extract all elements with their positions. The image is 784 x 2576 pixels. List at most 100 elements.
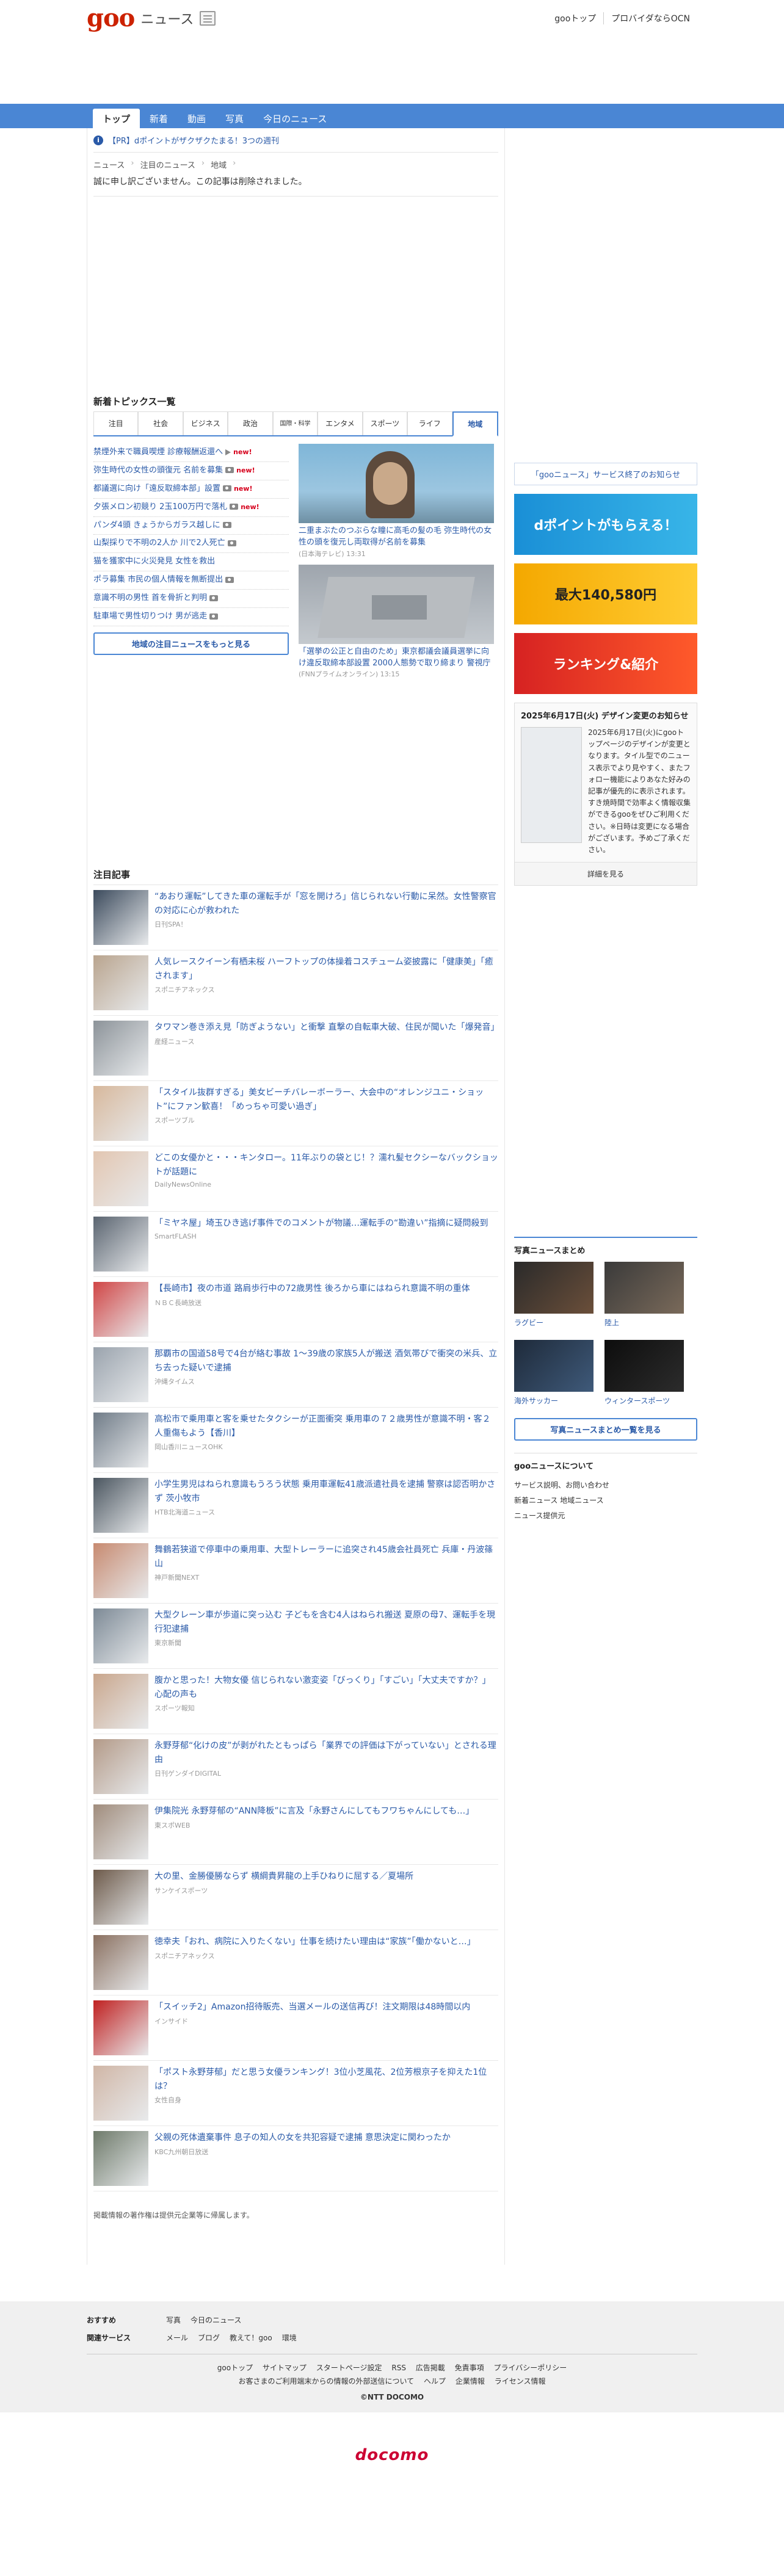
footer-link[interactable]: 環境 bbox=[282, 2332, 297, 2343]
region-more-button[interactable]: 地域の注目ニュースをもっと見る bbox=[93, 632, 289, 655]
featured-title[interactable]: 舞鶴若狭道で停車中の乗用車、大型トレーラーに追突され45歳会社員死亡 兵庫・丹波… bbox=[154, 1543, 498, 1571]
goo-top-link[interactable]: gooトップ bbox=[547, 12, 603, 24]
topic-photo-item[interactable]: 「選挙の公正と自由のため」東京都議会議員選挙に向け違反取締本部設置 2000人態… bbox=[299, 564, 494, 679]
photo-thumb[interactable] bbox=[514, 1340, 593, 1392]
footer-link[interactable]: ブログ bbox=[198, 2332, 220, 2343]
featured-title[interactable]: 「スイッチ2」Amazon招待販売、当選メールの送信再び！注文期限は48時間以内 bbox=[154, 2000, 498, 2014]
featured-title[interactable]: 小学生男児はねられ意識もうろう状態 乗用車運転41歳派遣社員を逮捕 警察は認否明… bbox=[154, 1478, 498, 1505]
featured-title[interactable]: 徳幸夫「おれ、病院に入りたくない」仕事を続けたい理由は“家族”「働かないと…」 bbox=[154, 1935, 498, 1948]
dpoint-banner[interactable]: dポイントがもらえる！ bbox=[514, 494, 697, 555]
featured-thumb[interactable] bbox=[93, 2131, 148, 2187]
topic-tab-featured[interactable]: 注目 bbox=[93, 411, 139, 435]
topic-photo-caption[interactable]: 二重まぶたのつぶらな瞳に高毛の髪の毛 弥生時代の女性の頭を復元し両取得が名前を募… bbox=[299, 523, 494, 549]
footer-link[interactable]: gooトップ bbox=[217, 2364, 253, 2372]
photo-news-more-button[interactable]: 写真ニュースまとめ一覧を見る bbox=[514, 1418, 697, 1441]
topic-item[interactable]: 禁煙外来で職員喫煙 診療報酬返還へ new! bbox=[93, 444, 289, 462]
topic-item-text[interactable]: 猫を獲家中に火災発見 女性を救出 bbox=[93, 557, 215, 566]
photo-label[interactable]: ウィンタースポーツ bbox=[604, 1392, 684, 1409]
featured-thumb[interactable] bbox=[93, 1282, 148, 1337]
topic-item[interactable]: 夕張メロン初競り 2玉100万円で落札 new! bbox=[93, 499, 289, 517]
footer-link[interactable]: サイトマップ bbox=[263, 2364, 307, 2372]
featured-thumb[interactable] bbox=[93, 1217, 148, 1272]
featured-title[interactable]: 那覇市の国道58号で4台が絡む事故 1～39歳の家族5人が搬送 酒気帯びで衝突の… bbox=[154, 1347, 498, 1375]
featured-title[interactable]: 「ポスト永野芽郁」だと思う女優ランキング！3位小芝風花、2位芳根京子を抑えた1位… bbox=[154, 2066, 498, 2093]
footer-link[interactable]: スタートページ設定 bbox=[316, 2364, 382, 2372]
photo-cell-soccer[interactable]: 海外サッカー bbox=[514, 1340, 593, 1409]
featured-item[interactable]: 「スタイル抜群すぎる」美女ビーチバレーボーラー、大会中の“オレンジユニ・ショット… bbox=[93, 1081, 498, 1147]
featured-thumb[interactable] bbox=[93, 1870, 148, 1925]
footer-link[interactable]: RSS bbox=[391, 2364, 406, 2372]
featured-title[interactable]: 大型クレーン車が歩道に突っ込む 子どもを含む4人はねられ搬送 夏原の母7、運転手… bbox=[154, 1608, 498, 1636]
footer-link[interactable]: お客さまのご利用端末からの情報の外部送信について bbox=[239, 2377, 415, 2386]
topic-item[interactable]: ポラ募集 市民の個人情報を無断提出 bbox=[93, 571, 289, 590]
photo-label[interactable]: 海外サッカー bbox=[514, 1392, 593, 1409]
featured-thumb[interactable] bbox=[93, 890, 148, 946]
topic-tab-politics[interactable]: 政治 bbox=[228, 411, 273, 435]
featured-thumb[interactable] bbox=[93, 1935, 148, 1991]
topic-photo-caption[interactable]: 「選挙の公正と自由のため」東京都議会議員選挙に向け違反取締本部設置 2000人態… bbox=[299, 644, 494, 670]
topic-tab-society[interactable]: 社会 bbox=[138, 411, 183, 435]
featured-title[interactable]: 「ミヤネ屋」埼玉ひき逃げ事件でのコメントが物議…運転手の“勘違い”指摘に疑問殺到 bbox=[154, 1217, 498, 1230]
breadcrumb-region[interactable]: 地域 bbox=[211, 159, 227, 170]
topic-tab-world[interactable]: 国際・科学 bbox=[272, 411, 318, 435]
photo-thumb[interactable] bbox=[514, 1262, 593, 1314]
featured-item[interactable]: どこの女優かと・・・キンタロー。11年ぶりの袋とじ！？濡れ髪セクシーなバックショ… bbox=[93, 1146, 498, 1212]
topic-item[interactable]: 都議選に向け「遠反取締本部」設置 new! bbox=[93, 480, 289, 499]
goo-news-logo[interactable]: goo ニュース bbox=[1, 6, 216, 31]
footer-link[interactable]: 企業情報 bbox=[456, 2377, 485, 2386]
featured-item[interactable]: 大の里、金勝優勝ならず 横綱貴昇龍の上手ひねりに屈する／夏場所 サンケイスポーツ bbox=[93, 1865, 498, 1931]
docomo-logo[interactable]: docomo bbox=[0, 2412, 784, 2498]
tab-new[interactable]: 新着 bbox=[140, 109, 178, 128]
tab-top[interactable]: トップ bbox=[93, 109, 140, 128]
topic-tab-life[interactable]: ライフ bbox=[407, 411, 452, 435]
footer-link[interactable]: 免責事項 bbox=[455, 2364, 484, 2372]
breadcrumb-featured[interactable]: 注目のニュース bbox=[140, 159, 195, 170]
featured-thumb[interactable] bbox=[93, 1086, 148, 1141]
featured-title[interactable]: 大の里、金勝優勝ならず 横綱貴昇龍の上手ひねりに屈する／夏場所 bbox=[154, 1870, 498, 1883]
topic-item[interactable]: 駐車場で男性切りつけ 男が逃走 bbox=[93, 608, 289, 626]
topic-item-text[interactable]: 禁煙外来で職員喫煙 診療報酬返還へ bbox=[93, 447, 223, 457]
footer-link[interactable]: 写真 bbox=[166, 2315, 181, 2325]
footer-link[interactable]: 教えて！goo bbox=[230, 2332, 272, 2343]
featured-item[interactable]: 徳幸夫「おれ、病院に入りたくない」仕事を続けたい理由は“家族”「働かないと…」ス… bbox=[93, 1930, 498, 1996]
featured-item[interactable]: 舞鶴若狭道で停車中の乗用車、大型トレーラーに追突され45歳会社員死亡 兵庫・丹波… bbox=[93, 1538, 498, 1604]
featured-title[interactable]: どこの女優かと・・・キンタロー。11年ぶりの袋とじ！？濡れ髪セクシーなバックショ… bbox=[154, 1151, 498, 1179]
topic-tab-region[interactable]: 地域 bbox=[452, 411, 498, 436]
about-link[interactable]: 新着ニュース 地域ニュース bbox=[514, 1492, 697, 1508]
topic-item[interactable]: パンダ4頭 きょうからガラス越しに bbox=[93, 517, 289, 535]
topic-item-text[interactable]: 夕張メロン初競り 2玉100万円で落札 bbox=[93, 502, 227, 512]
photo-thumb[interactable] bbox=[604, 1340, 684, 1392]
topic-item-text[interactable]: パンダ4頭 きょうからガラス越しに bbox=[93, 521, 220, 530]
footer-link[interactable]: メール bbox=[166, 2332, 188, 2343]
tab-video[interactable]: 動画 bbox=[178, 109, 216, 128]
featured-title[interactable]: 永野芽郁“化けの皮”が剥がれたともっぱら「業界での評価は下がっていない」とされる… bbox=[154, 1739, 498, 1767]
pr-banner[interactable]: i 【PR】dポイントがザクザクたまる！3つの週刊 bbox=[93, 128, 498, 153]
featured-item[interactable]: 伊集院光 永野芽郁の“ANN降板”に言及「永野さんにしてもフワちゃんにしても…」… bbox=[93, 1800, 498, 1865]
ocn-link[interactable]: プロバイダならOCN bbox=[603, 12, 697, 24]
ranking-banner[interactable]: ランキング&紹介 bbox=[514, 633, 697, 694]
featured-thumb[interactable] bbox=[93, 1674, 148, 1729]
footer-link[interactable]: プライバシーポリシー bbox=[493, 2364, 567, 2372]
footer-link[interactable]: ヘルプ bbox=[424, 2377, 446, 2386]
featured-thumb[interactable] bbox=[93, 1739, 148, 1795]
featured-title[interactable]: 人気レースクイーン有栖未桜 ハーフトップの体操着コスチューム姿披露に「健康美」「… bbox=[154, 955, 498, 983]
topic-item-text[interactable]: 意識不明の男性 首を骨折と判明 bbox=[93, 593, 207, 602]
tab-photo[interactable]: 写真 bbox=[216, 109, 253, 128]
topic-photo[interactable] bbox=[299, 444, 494, 523]
topic-item[interactable]: 弥生時代の女性の頭復元 名前を募集 new! bbox=[93, 462, 289, 480]
featured-item[interactable]: 那覇市の国道58号で4台が絡む事故 1～39歳の家族5人が搬送 酒気帯びで衝突の… bbox=[93, 1342, 498, 1408]
ocn-banner[interactable]: 最大140,580円 bbox=[514, 563, 697, 624]
featured-thumb[interactable] bbox=[93, 1347, 148, 1403]
photo-thumb[interactable] bbox=[604, 1262, 684, 1314]
featured-title[interactable]: 父親の死体遺棄事件 息子の知人の女を共犯容疑で逮捕 意思決定に関わったか bbox=[154, 2131, 498, 2144]
about-link[interactable]: サービス説明、お問い合わせ bbox=[514, 1477, 697, 1492]
breadcrumb-news[interactable]: ニュース bbox=[93, 159, 125, 170]
topic-item-text[interactable]: 駐車場で男性切りつけ 男が逃走 bbox=[93, 612, 207, 621]
featured-item[interactable]: 小学生男児はねられ意識もうろう状態 乗用車運転41歳派遣社員を逮捕 警察は認否明… bbox=[93, 1473, 498, 1539]
pr-text[interactable]: 【PR】dポイントがザクザクたまる！3つの週刊 bbox=[108, 134, 279, 146]
featured-thumb[interactable] bbox=[93, 1413, 148, 1468]
topic-item-text[interactable]: ポラ募集 市民の個人情報を無断提出 bbox=[93, 575, 223, 584]
featured-title[interactable]: 伊集院光 永野芽郁の“ANN降板”に言及「永野さんにしてもフワちゃんにしても…」 bbox=[154, 1804, 498, 1818]
topic-photo[interactable] bbox=[299, 564, 494, 644]
featured-item[interactable]: 「スイッチ2」Amazon招待販売、当選メールの送信再び！注文期限は48時間以内… bbox=[93, 1995, 498, 2061]
